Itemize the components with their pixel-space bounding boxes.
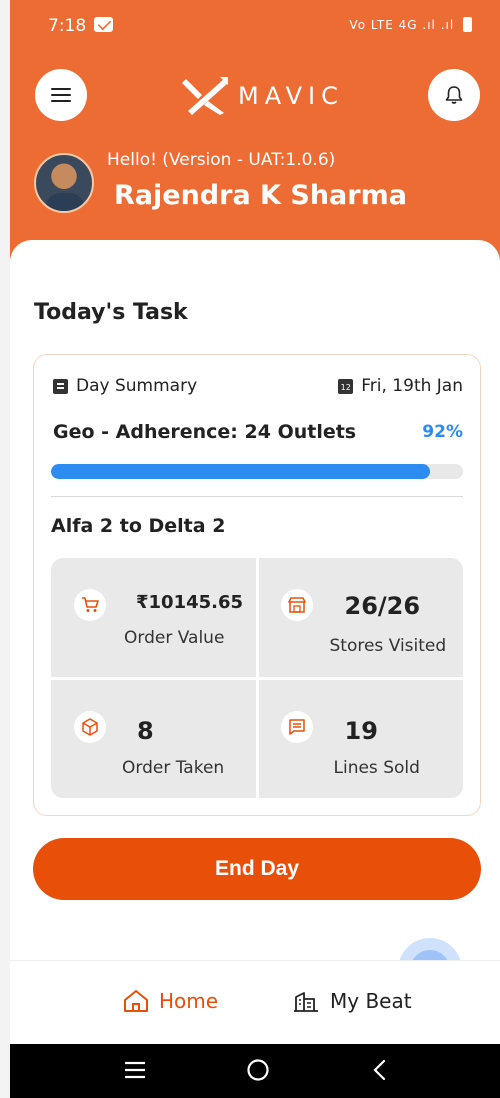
recent-apps-icon[interactable] — [123, 1058, 147, 1082]
lines-sold-value: 19 — [344, 716, 378, 745]
home-icon — [124, 990, 148, 1012]
hamburger-icon — [51, 88, 71, 102]
network-label: Vo LTE 4G — [349, 18, 418, 32]
status-bar: 7:18 Vo LTE 4G .ıl .ıl — [10, 0, 500, 50]
order-value-label: Order Value — [124, 628, 225, 648]
document-icon — [53, 378, 68, 394]
back-chevron-icon[interactable] — [370, 1058, 390, 1082]
bottom-nav: Home My Beat — [10, 960, 500, 1044]
bell-icon — [445, 86, 463, 104]
brand-logo: MAVIC — [182, 77, 344, 115]
summary-date: Fri, 19th Jan — [361, 376, 463, 396]
home-circle-icon[interactable] — [246, 1058, 270, 1082]
receipt-icon — [280, 710, 313, 743]
summary-header: Day Summary 12 Fri, 19th Jan — [53, 376, 463, 396]
nav-my-beat-label: My Beat — [330, 989, 412, 1013]
geo-adherence-row: Geo - Adherence: 24 Outlets 92% — [53, 421, 463, 443]
stat-order-taken: 8 Order Taken — [51, 679, 256, 798]
nav-my-beat[interactable]: My Beat — [292, 989, 412, 1013]
summary-label-group: Day Summary — [53, 376, 197, 396]
order-taken-label: Order Taken — [122, 757, 225, 778]
date-group: 12 Fri, 19th Jan — [338, 376, 463, 396]
cart-icon — [74, 589, 106, 621]
order-value-amount: ₹10145.65 — [136, 592, 244, 613]
logo-mark-icon — [182, 77, 228, 115]
geo-adherence-label: Geo - Adherence: 24 Outlets — [53, 421, 357, 443]
app-header: MAVIC Hello! (Version - UAT:1.0.6) Rajen… — [10, 50, 500, 260]
user-name: Rajendra K Sharma — [114, 180, 407, 211]
page-title: Today's Task — [34, 300, 188, 325]
signal-icon: .ıl .ıl — [422, 18, 455, 32]
notifications-button[interactable] — [428, 69, 480, 121]
status-time: 7:18 — [48, 16, 87, 36]
stores-visited-value: 26/26 — [344, 592, 421, 620]
order-taken-value: 8 — [137, 716, 154, 745]
end-day-button[interactable]: End Day — [33, 838, 481, 900]
nav-home[interactable]: Home — [123, 989, 218, 1013]
system-nav-bar — [10, 1044, 500, 1098]
greeting-text: Hello! (Version - UAT:1.0.6) — [107, 150, 336, 170]
geo-progress-bar — [51, 464, 463, 479]
main-content: Today's Task Day Summary 12 Fri, 19th Ja… — [10, 240, 500, 960]
store-icon — [280, 589, 313, 621]
nav-home-label: Home — [159, 989, 219, 1013]
summary-label: Day Summary — [76, 376, 198, 396]
divider — [51, 496, 463, 497]
avatar[interactable] — [34, 153, 94, 213]
mail-notification-icon — [94, 17, 113, 32]
battery-icon — [463, 17, 472, 32]
stats-grid: ₹10145.65 Order Value 26/26 Stores Visit… — [51, 558, 463, 798]
box-icon — [74, 710, 106, 743]
status-indicators: Vo LTE 4G .ıl .ıl — [349, 17, 472, 32]
stores-visited-label: Stores Visited — [329, 636, 447, 656]
geo-progress-fill — [51, 464, 431, 479]
calendar-icon: 12 — [338, 378, 354, 394]
brand-name: MAVIC — [238, 82, 344, 110]
beat-name: Alfa 2 to Delta 2 — [51, 515, 226, 537]
stat-order-value: ₹10145.65 Order Value — [51, 558, 256, 677]
geo-adherence-percent: 92% — [422, 422, 463, 442]
building-icon — [294, 992, 318, 1012]
lines-sold-label: Lines Sold — [333, 757, 420, 778]
day-summary-card: Day Summary 12 Fri, 19th Jan Geo - Adher… — [33, 354, 481, 816]
stat-stores-visited: 26/26 Stores Visited — [258, 558, 463, 677]
menu-button[interactable] — [35, 69, 87, 121]
stat-lines-sold: 19 Lines Sold — [258, 679, 463, 798]
